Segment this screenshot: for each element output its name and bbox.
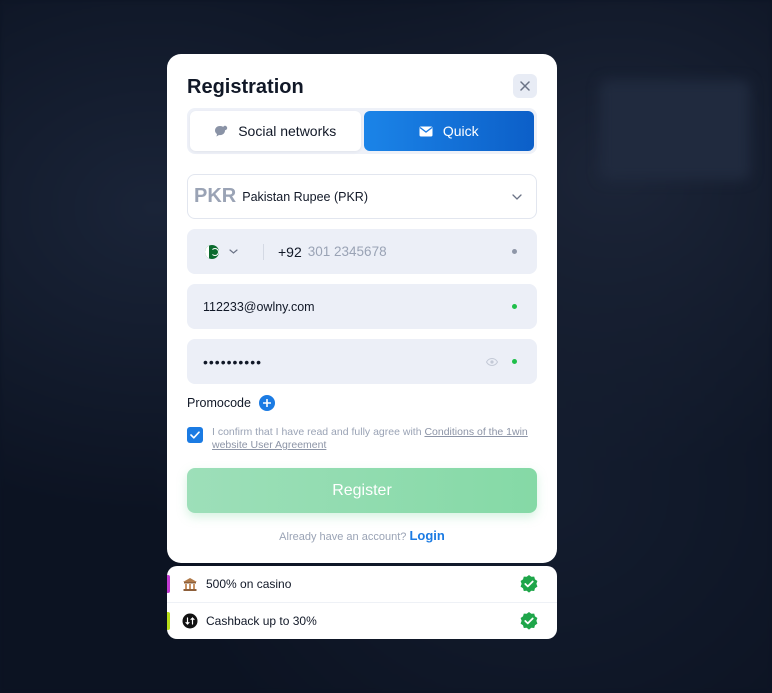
login-row: Already have an account? Login [167,528,557,543]
registration-modal: Registration Social networks Quick PKR P… [167,54,557,563]
promocode-label: Promocode [187,396,251,410]
password-valid-dot [512,359,517,364]
bonus-label: Cashback up to 30% [206,613,317,628]
password-input[interactable] [187,353,486,370]
email-valid-dot [512,304,517,309]
tab-social-networks[interactable]: Social networks [190,111,361,151]
chevron-down-icon [229,249,238,254]
phone-input[interactable] [307,244,512,259]
currency-select[interactable]: PKR Pakistan Rupee (PKR) [187,174,537,219]
modal-title: Registration [187,76,304,98]
bonus-accent-bar [167,575,170,593]
currency-name: Pakistan Rupee (PKR) [242,189,368,204]
login-link[interactable]: Login [409,528,444,543]
background-decor [600,80,750,180]
verified-badge-icon [519,611,539,631]
bonus-accent-bar [167,612,170,630]
bonus-list: 500% on casino Cashback up to 30% [167,566,557,639]
eye-icon [486,357,498,366]
currency-code: PKR [194,185,237,207]
country-code-select[interactable] [187,244,253,259]
agreement-row: I confirm that I have read and fully agr… [187,426,537,452]
promocode-row: Promocode [187,395,275,411]
bonus-label: 500% on casino [206,577,292,591]
casino-building-icon [182,576,198,592]
bonus-item: 500% on casino [167,566,557,602]
close-button[interactable] [513,74,537,98]
login-prompt: Already have an account? [279,531,407,543]
cashback-coin-icon [182,613,198,629]
email-input[interactable] [187,299,512,314]
add-promocode-button[interactable] [258,395,275,411]
show-password-toggle[interactable] [486,357,498,366]
tab-quick-label: Quick [442,123,479,139]
phone-status-dot [512,249,517,254]
verified-badge-icon [519,574,539,594]
email-field [187,284,537,329]
checkmark-icon [190,431,200,439]
tab-social-label: Social networks [238,123,337,139]
close-icon [520,81,530,91]
phone-prefix: +92 [278,243,302,260]
agreement-statement: I confirm that I have read and fully agr… [212,426,422,438]
agreement-checkbox[interactable] [187,427,203,443]
divider [263,243,264,260]
chevron-down-icon [512,193,522,200]
plus-icon [262,399,271,407]
tab-quick[interactable]: Quick [363,111,534,151]
password-field [187,339,537,384]
register-button[interactable]: Register [187,468,537,513]
bonus-item: Cashback up to 30% [167,602,557,638]
chat-bubble-icon [215,125,228,136]
pakistan-flag-icon [205,244,219,259]
agreement-text: I confirm that I have read and fully agr… [212,426,537,452]
phone-field: +92 [187,229,537,274]
envelope-icon [419,126,433,136]
registration-tabs: Social networks Quick [187,108,537,154]
